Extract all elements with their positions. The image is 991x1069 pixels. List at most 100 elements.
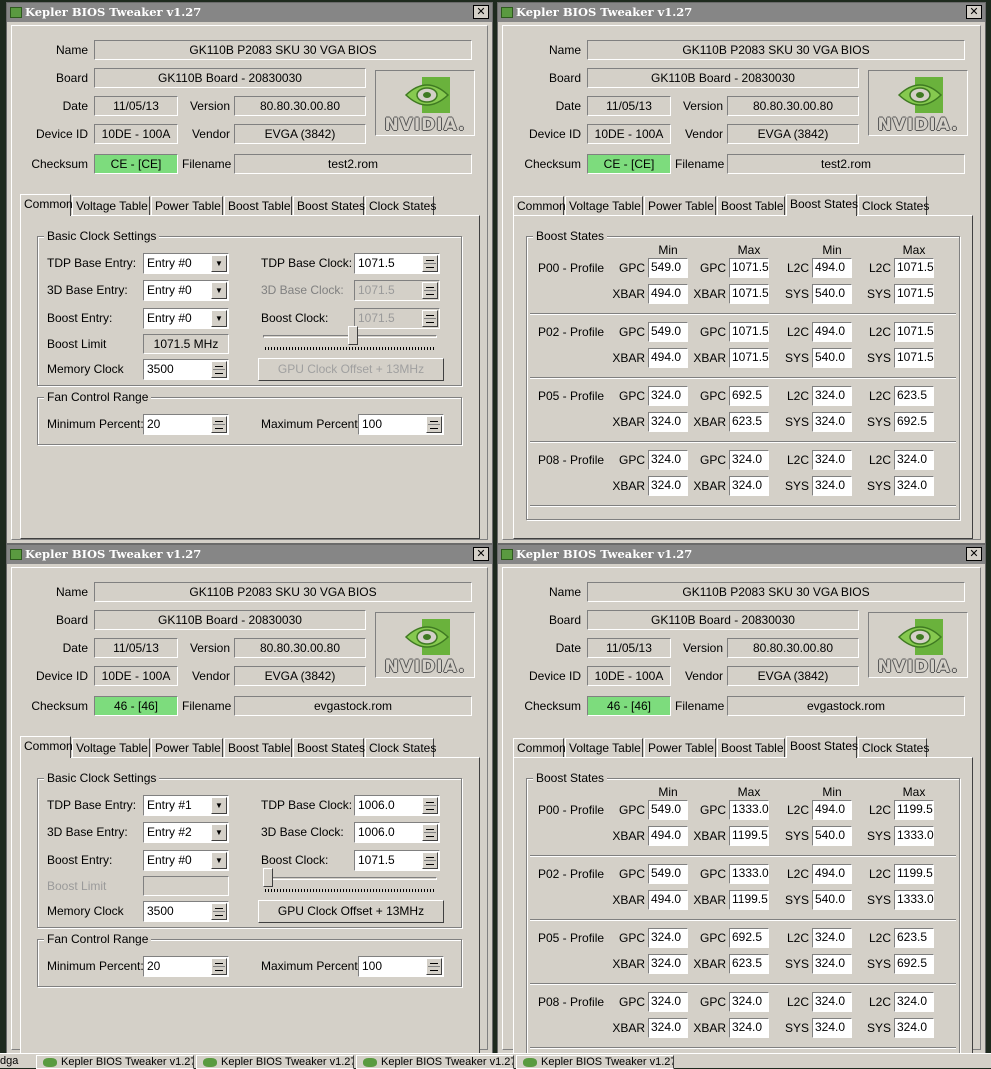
title-bar[interactable]: Kepler BIOS Tweaker v1.27 ✕ [498, 545, 985, 564]
3d-base-entry-combo[interactable]: Entry #0 ▼ [143, 280, 229, 301]
title-bar[interactable]: Kepler BIOS Tweaker v1.27 ✕ [7, 545, 492, 564]
gpc-max-field[interactable]: 692.5 [729, 386, 769, 406]
l2c-min-field[interactable]: 494.0 [812, 800, 852, 820]
l2c-max-field[interactable]: 1071.5 [894, 322, 934, 342]
minimum-percent-spin[interactable]: 20 [143, 414, 229, 435]
tab-clock-states[interactable]: Clock States [365, 196, 436, 216]
l2c-max-field[interactable]: 1199.5 [894, 800, 934, 820]
tab-boost-table[interactable]: Boost Table [717, 196, 785, 216]
l2c-max-field[interactable]: 324.0 [894, 992, 934, 1012]
taskbar-start-fragment[interactable]: dga [0, 1055, 18, 1067]
gpc-min-field[interactable]: 324.0 [648, 928, 688, 948]
3d-base-clock-spin[interactable]: 1006.0 [354, 822, 440, 843]
xbar-max-field[interactable]: 623.5 [729, 412, 769, 432]
spin-updown-icon[interactable] [426, 958, 442, 975]
memory-clock-spin[interactable]: 3500 [143, 359, 229, 380]
xbar-max-field[interactable]: 324.0 [729, 476, 769, 496]
sys-max-field[interactable]: 692.5 [894, 954, 934, 974]
xbar-min-field[interactable]: 494.0 [648, 348, 688, 368]
sys-min-field[interactable]: 540.0 [812, 890, 852, 910]
xbar-min-field[interactable]: 324.0 [648, 412, 688, 432]
l2c-min-field[interactable]: 324.0 [812, 450, 852, 470]
tab-common[interactable]: Common [20, 194, 73, 216]
sys-min-field[interactable]: 540.0 [812, 826, 852, 846]
spin-updown-icon[interactable] [422, 255, 438, 272]
sys-max-field[interactable]: 324.0 [894, 476, 934, 496]
slider-thumb[interactable] [263, 868, 273, 887]
chevron-down-icon[interactable]: ▼ [211, 797, 227, 814]
spin-updown-icon[interactable] [211, 958, 227, 975]
close-button[interactable]: ✕ [473, 547, 489, 561]
tab-boost-states[interactable]: Boost States [293, 738, 365, 758]
spin-updown-icon[interactable] [211, 903, 227, 920]
tdp-base-clock-spin[interactable]: 1071.5 [354, 253, 440, 274]
l2c-min-field[interactable]: 324.0 [812, 386, 852, 406]
gpu-clock-offset-button[interactable]: GPU Clock Offset + 13MHz [258, 358, 444, 381]
spin-updown-icon[interactable] [422, 797, 438, 814]
sys-min-field[interactable]: 324.0 [812, 412, 852, 432]
tab-common[interactable]: Common [513, 738, 566, 758]
chevron-down-icon[interactable]: ▼ [211, 852, 227, 869]
memory-clock-spin[interactable]: 3500 [143, 901, 229, 922]
sys-max-field[interactable]: 692.5 [894, 412, 934, 432]
l2c-max-field[interactable]: 1071.5 [894, 258, 934, 278]
sys-max-field[interactable]: 324.0 [894, 1018, 934, 1038]
minimum-percent-spin[interactable]: 20 [143, 956, 229, 977]
xbar-min-field[interactable]: 324.0 [648, 1018, 688, 1038]
tab-clock-states[interactable]: Clock States [365, 738, 436, 758]
xbar-max-field[interactable]: 623.5 [729, 954, 769, 974]
gpc-max-field[interactable]: 692.5 [729, 928, 769, 948]
close-button[interactable]: ✕ [473, 5, 489, 19]
chevron-down-icon[interactable]: ▼ [211, 824, 227, 841]
sys-min-field[interactable]: 540.0 [812, 348, 852, 368]
tab-common[interactable]: Common [513, 196, 566, 216]
taskbar-item[interactable]: Kepler BIOS Tweaker v1.27 [36, 1055, 194, 1069]
xbar-min-field[interactable]: 324.0 [648, 476, 688, 496]
tab-voltage-table[interactable]: Voltage Table [565, 738, 643, 758]
tab-voltage-table[interactable]: Voltage Table [72, 196, 150, 216]
gpc-max-field[interactable]: 1333.0 [729, 800, 769, 820]
tab-power-table[interactable]: Power Table [644, 196, 716, 216]
sys-min-field[interactable]: 540.0 [812, 284, 852, 304]
tab-boost-states[interactable]: Boost States [786, 194, 858, 216]
boost-clock-slider[interactable] [261, 868, 439, 896]
sys-min-field[interactable]: 324.0 [812, 1018, 852, 1038]
spin-updown-icon[interactable] [426, 416, 442, 433]
tab-voltage-table[interactable]: Voltage Table [72, 738, 150, 758]
tab-clock-states[interactable]: Clock States [858, 738, 929, 758]
chevron-down-icon[interactable]: ▼ [211, 310, 227, 327]
taskbar-item[interactable]: Kepler BIOS Tweaker v1.27 [516, 1055, 674, 1069]
xbar-max-field[interactable]: 324.0 [729, 1018, 769, 1038]
gpc-min-field[interactable]: 549.0 [648, 258, 688, 278]
gpc-max-field[interactable]: 1071.5 [729, 258, 769, 278]
sys-max-field[interactable]: 1333.0 [894, 826, 934, 846]
tdp-base-entry-combo[interactable]: Entry #1 ▼ [143, 795, 229, 816]
tab-boost-table[interactable]: Boost Table [224, 196, 292, 216]
xbar-max-field[interactable]: 1071.5 [729, 348, 769, 368]
tab-power-table[interactable]: Power Table [644, 738, 716, 758]
tab-voltage-table[interactable]: Voltage Table [565, 196, 643, 216]
close-button[interactable]: ✕ [966, 547, 982, 561]
tab-boost-table[interactable]: Boost Table [224, 738, 292, 758]
tab-clock-states[interactable]: Clock States [858, 196, 929, 216]
gpc-max-field[interactable]: 1071.5 [729, 322, 769, 342]
sys-min-field[interactable]: 324.0 [812, 954, 852, 974]
title-bar[interactable]: Kepler BIOS Tweaker v1.27 ✕ [498, 3, 985, 22]
tab-power-table[interactable]: Power Table [151, 738, 223, 758]
3d-base-entry-combo[interactable]: Entry #2 ▼ [143, 822, 229, 843]
sys-min-field[interactable]: 324.0 [812, 476, 852, 496]
xbar-max-field[interactable]: 1071.5 [729, 284, 769, 304]
boost-entry-combo[interactable]: Entry #0 ▼ [143, 850, 229, 871]
xbar-min-field[interactable]: 494.0 [648, 890, 688, 910]
close-button[interactable]: ✕ [966, 5, 982, 19]
sys-max-field[interactable]: 1071.5 [894, 284, 934, 304]
l2c-min-field[interactable]: 324.0 [812, 992, 852, 1012]
gpc-max-field[interactable]: 324.0 [729, 450, 769, 470]
tab-boost-states[interactable]: Boost States [293, 196, 365, 216]
xbar-max-field[interactable]: 1199.5 [729, 890, 769, 910]
l2c-min-field[interactable]: 494.0 [812, 258, 852, 278]
maximum-percent-spin[interactable]: 100 [358, 414, 444, 435]
tdp-base-entry-combo[interactable]: Entry #0 ▼ [143, 253, 229, 274]
taskbar-item[interactable]: Kepler BIOS Tweaker v1.27 [356, 1055, 514, 1069]
l2c-min-field[interactable]: 494.0 [812, 322, 852, 342]
